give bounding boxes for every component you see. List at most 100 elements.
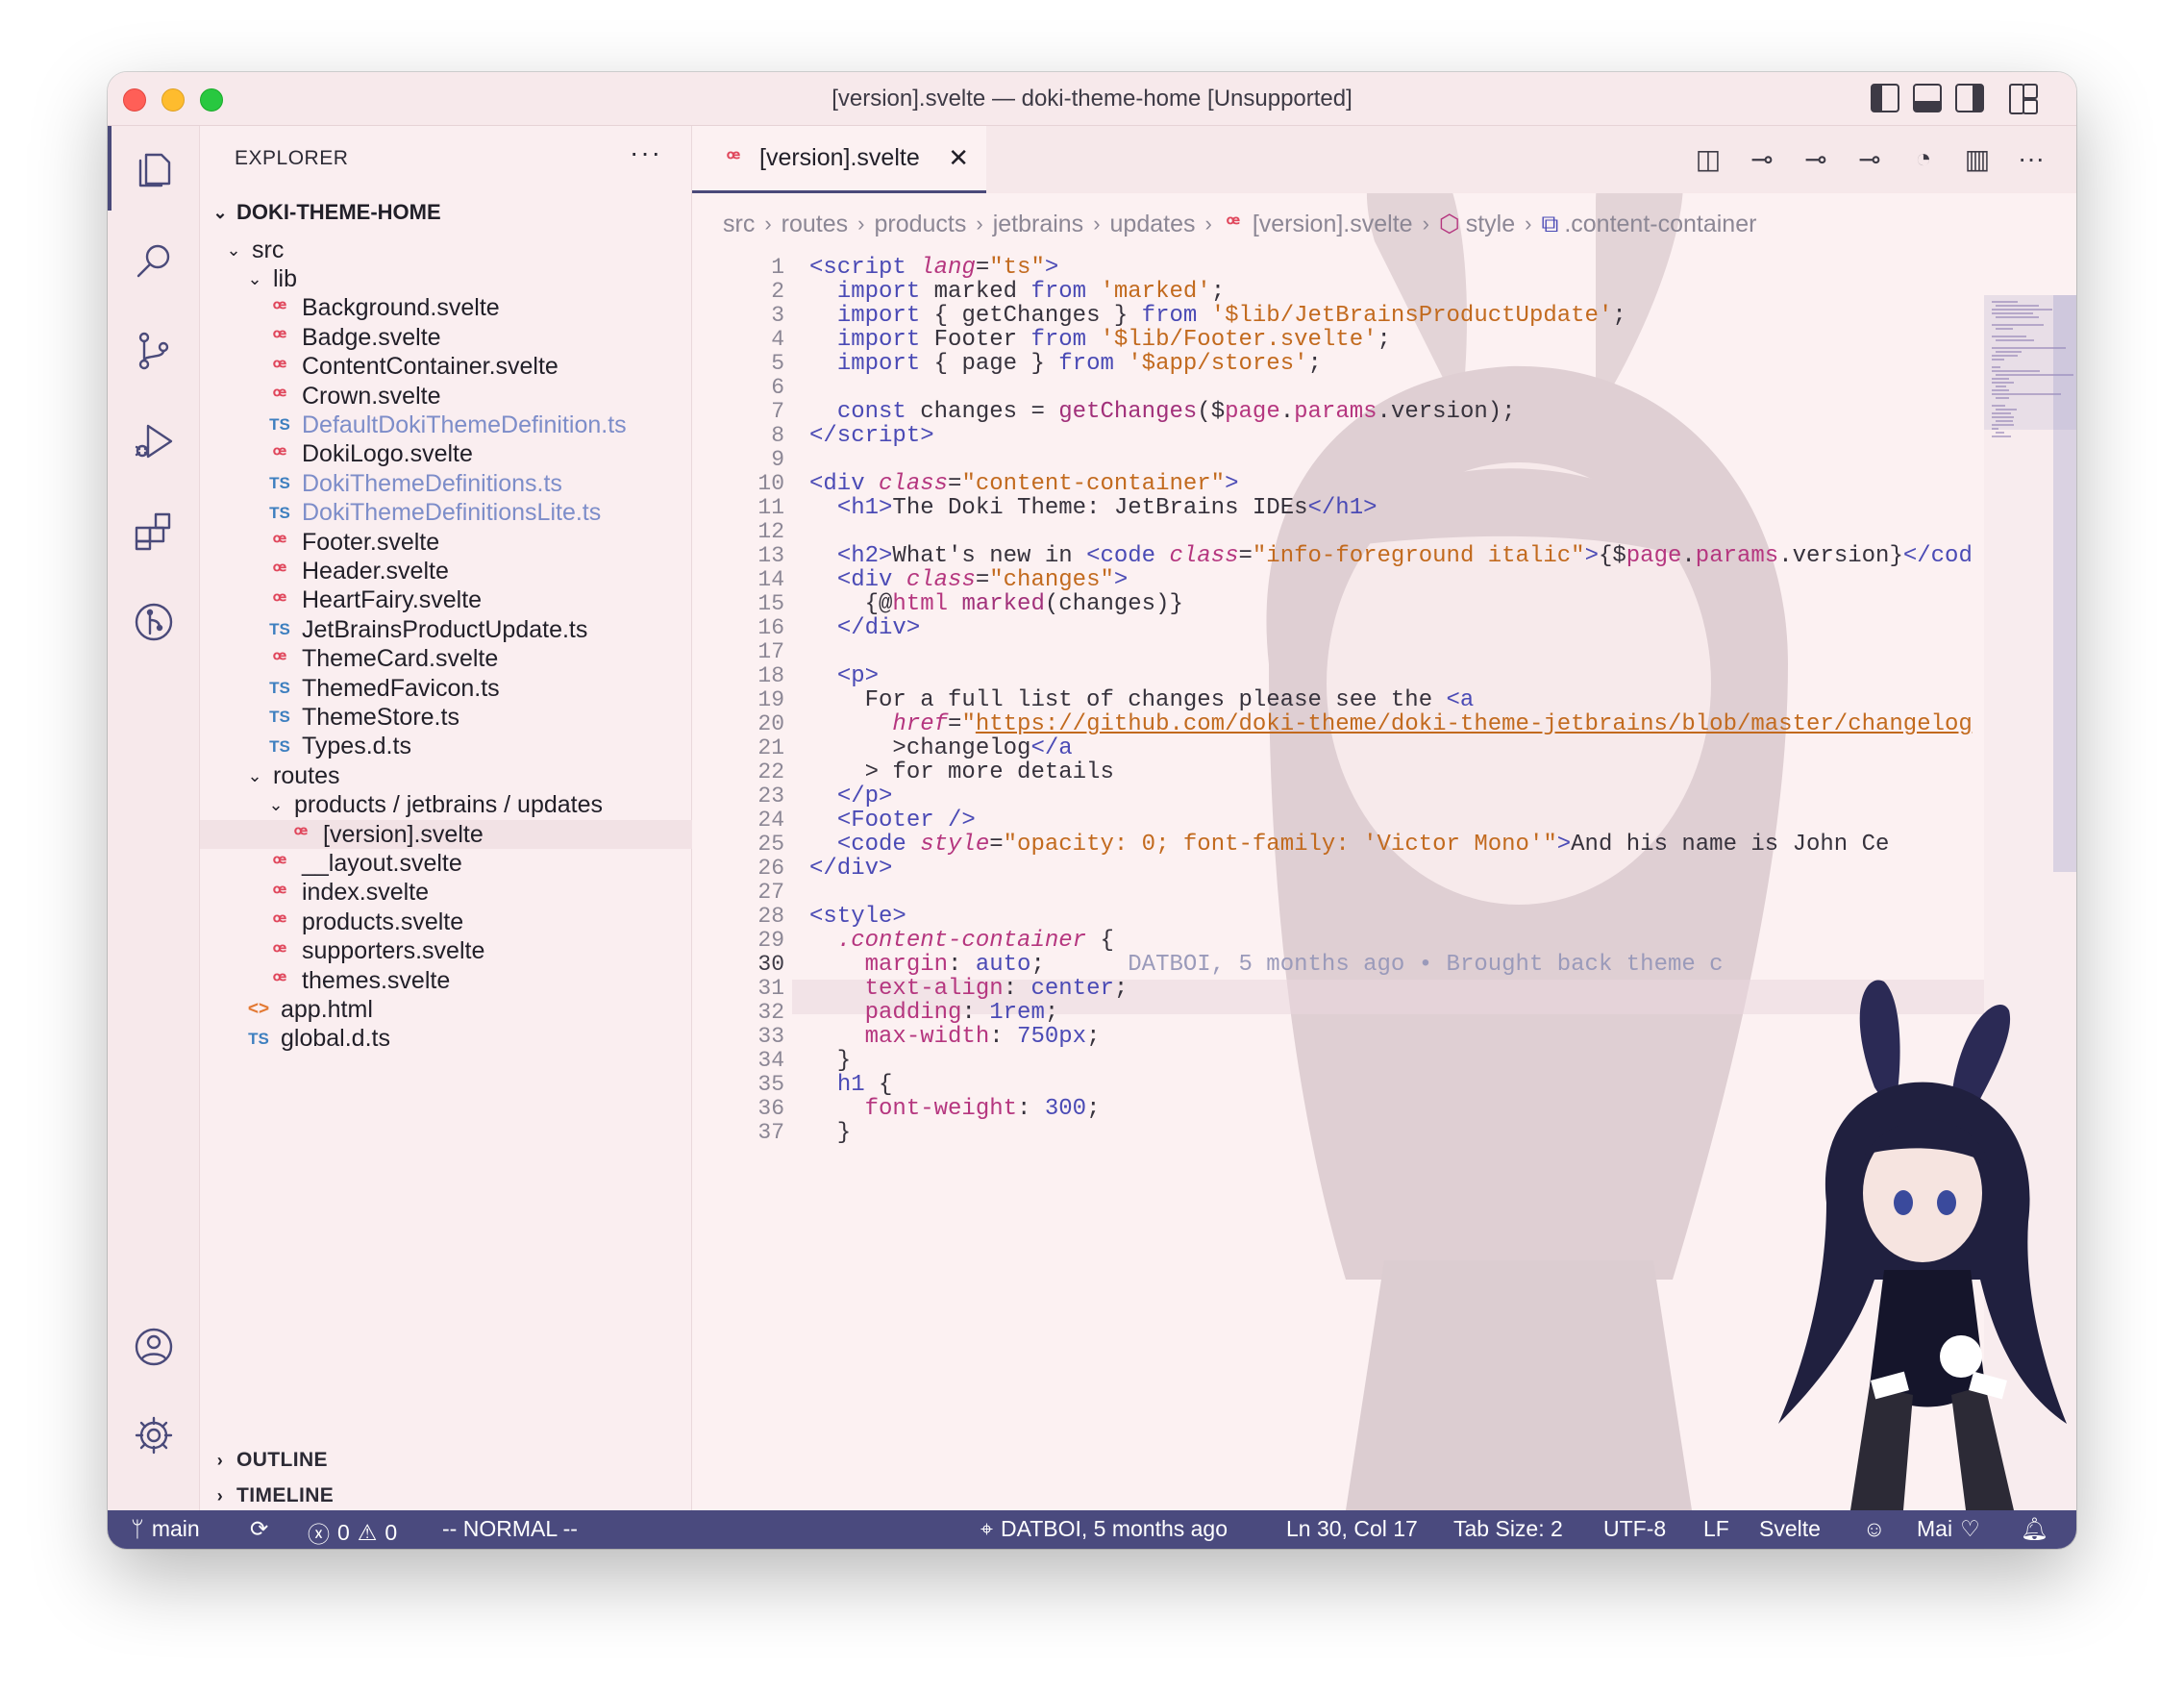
file-item[interactable]: TS JetBrainsProductUpdate.ts [200, 615, 692, 644]
line-number: 32 [757, 1000, 784, 1025]
workspace-root[interactable]: ⌄ DOKI-THEME-HOME [200, 191, 692, 234]
code-line: h1 { [836, 1072, 893, 1098]
file-item[interactable]: ꟹ supporters.svelte [200, 937, 692, 966]
problems-indicator[interactable]: ⓧ 0 ⚠ 0 [308, 1516, 397, 1549]
file-item[interactable]: ꟹ Crown.svelte [200, 382, 692, 411]
line-number: 22 [757, 759, 784, 784]
notifications-button[interactable]: 🔔︎ [2021, 1516, 2048, 1542]
code-line: <h1>The Doki Theme: JetBrains IDEs</h1> [836, 495, 1377, 521]
open-preview-icon[interactable]: ◫ [1692, 143, 1725, 175]
tree-item-label: src [252, 236, 285, 263]
folder-item[interactable]: ⌄ lib [200, 264, 692, 293]
git-graph-icon[interactable] [108, 580, 200, 664]
ts-file-icon: TS [269, 415, 290, 435]
file-item[interactable]: ꟹ __layout.svelte [200, 849, 692, 878]
branch-indicator[interactable]: ᛘ main [131, 1516, 200, 1542]
previous-change-icon[interactable]: ⊸ [1799, 143, 1832, 175]
encoding[interactable]: UTF-8 [1603, 1516, 1666, 1542]
customize-layout-icon[interactable] [2009, 84, 2038, 114]
timeline-section[interactable]: › TIMELINE [200, 1481, 692, 1510]
git-blame-status[interactable]: ⌖ DATBOI, 5 months ago [980, 1516, 1228, 1542]
next-change-icon[interactable]: ⊸ [1853, 143, 1886, 175]
code-line: } [809, 1048, 852, 1074]
vertical-scrollbar[interactable] [2053, 295, 2076, 872]
html-file-icon: <> [247, 999, 270, 1020]
file-item[interactable]: ꟹ ContentContainer.svelte [200, 353, 692, 382]
chevron-right-icon: › [216, 1450, 224, 1470]
code-line: <code style="opacity: 0; font-family: 'V… [836, 832, 1890, 858]
folder-item[interactable]: ⌄ routes [200, 761, 692, 790]
code-line: <style> [809, 904, 906, 930]
breadcrumb-item[interactable]: jetbrains [993, 211, 1084, 238]
file-item[interactable]: ꟹ index.svelte [200, 879, 692, 908]
explorer-icon[interactable] [108, 126, 200, 211]
file-item[interactable]: ꟹ HeartFairy.svelte [200, 586, 692, 615]
close-tab-icon[interactable]: ✕ [948, 143, 969, 173]
toggle-secondary-sidebar-icon[interactable] [1955, 84, 1984, 112]
tab-size[interactable]: Tab Size: 2 [1453, 1516, 1563, 1542]
file-item[interactable]: TS global.d.ts [200, 1025, 692, 1054]
toggle-primary-sidebar-icon[interactable] [1871, 84, 1899, 112]
file-item[interactable]: TS DokiThemeDefinitionsLite.ts [200, 499, 692, 528]
file-item[interactable]: ꟹ themes.svelte [200, 966, 692, 995]
file-item[interactable]: ꟹ DokiLogo.svelte [200, 440, 692, 469]
folder-item[interactable]: ⌄ src [200, 236, 692, 264]
breadcrumb-item[interactable]: updates [1110, 211, 1196, 238]
sync-button[interactable]: ⟳ [250, 1516, 268, 1542]
cursor-position[interactable]: Ln 30, Col 17 [1286, 1516, 1418, 1542]
extensions-icon[interactable] [108, 489, 200, 574]
toggle-panel-icon[interactable] [1913, 84, 1942, 112]
end-of-line[interactable]: LF [1703, 1516, 1729, 1542]
language-mode[interactable]: Svelte [1759, 1516, 1821, 1542]
code-editor[interactable]: 1 2 3 4 5 6 7 8 9 10 11 12 13 14 15 16 17 18 19 20 21 22 23 24 2… [692, 247, 2009, 1510]
code-line: margin: auto; DATBOI, 5 months ago • Bro… [864, 952, 1724, 978]
breadcrumb-item[interactable]: [version].svelte [1253, 211, 1413, 238]
file-item[interactable]: TS DokiThemeDefinitions.ts [200, 469, 692, 498]
minimap-line [1992, 382, 2015, 384]
tree-item-label: Background.svelte [302, 294, 500, 322]
line-number: 6 [771, 375, 784, 400]
timeline-history-icon[interactable]: ◔ [1907, 143, 1940, 175]
file-item[interactable]: ꟹ Background.svelte [200, 294, 692, 323]
file-item[interactable]: <> app.html [200, 995, 692, 1024]
file-item[interactable]: ꟹ Footer.svelte [200, 528, 692, 557]
breadcrumb-item[interactable]: .content-container [1564, 211, 1756, 238]
git-commit-icon: ⌖ [980, 1516, 993, 1541]
file-item[interactable]: ꟹ ThemeCard.svelte [200, 645, 692, 674]
minimap-line [1992, 416, 2015, 418]
git-blame-text: DATBOI, 5 months ago [1000, 1516, 1228, 1541]
folder-item[interactable]: ⌄ products / jetbrains / updates [200, 791, 692, 820]
code-line: href="https://github.com/doki-theme/doki… [892, 711, 1973, 737]
search-icon[interactable] [108, 218, 200, 303]
more-actions-icon[interactable]: ··· [630, 137, 662, 168]
code-line: >changelog</a [809, 735, 1073, 761]
file-item[interactable]: TS ThemedFavicon.ts [200, 674, 692, 703]
file-item[interactable]: TS ThemeStore.ts [200, 703, 692, 732]
run-debug-icon[interactable] [108, 399, 200, 484]
svelte-file-icon: ꟹ [272, 851, 287, 876]
file-item[interactable]: TS DefaultDokiThemeDefinition.ts [200, 411, 692, 439]
source-control-icon[interactable] [108, 309, 200, 393]
file-item[interactable]: ꟹ Header.svelte [200, 557, 692, 585]
doki-theme-indicator[interactable]: Mai ♡ [1917, 1516, 1980, 1542]
file-item[interactable]: TS Types.d.ts [200, 733, 692, 761]
breadcrumb-item[interactable]: src [723, 211, 755, 238]
more-editor-actions-icon[interactable]: ··· [2015, 143, 2048, 175]
settings-gear-icon[interactable] [108, 1393, 200, 1478]
outline-section[interactable]: › OUTLINE [200, 1439, 692, 1481]
tree-item-label: app.html [281, 995, 373, 1023]
feedback-button[interactable]: ☺ [1863, 1516, 1885, 1542]
line-number: 29 [757, 928, 784, 953]
accounts-icon[interactable] [108, 1305, 200, 1389]
tree-item-label: ContentContainer.svelte [302, 353, 558, 381]
breadcrumb-item[interactable]: routes [782, 211, 848, 238]
git-commit-icon[interactable]: ⊸ [1746, 143, 1778, 175]
breadcrumb-item[interactable]: products [874, 211, 966, 238]
file-item[interactable]: ꟹ [version].svelte [200, 820, 692, 849]
file-item[interactable]: ꟹ Badge.svelte [200, 323, 692, 352]
bell-icon: 🔔︎ [2021, 1516, 2049, 1541]
split-editor-icon[interactable]: ▥ [1961, 143, 1994, 175]
file-item[interactable]: ꟹ products.svelte [200, 908, 692, 936]
tab-version-svelte[interactable]: ꟹ [version].svelte ✕ [692, 126, 986, 193]
breadcrumb-item[interactable]: style [1466, 211, 1515, 238]
